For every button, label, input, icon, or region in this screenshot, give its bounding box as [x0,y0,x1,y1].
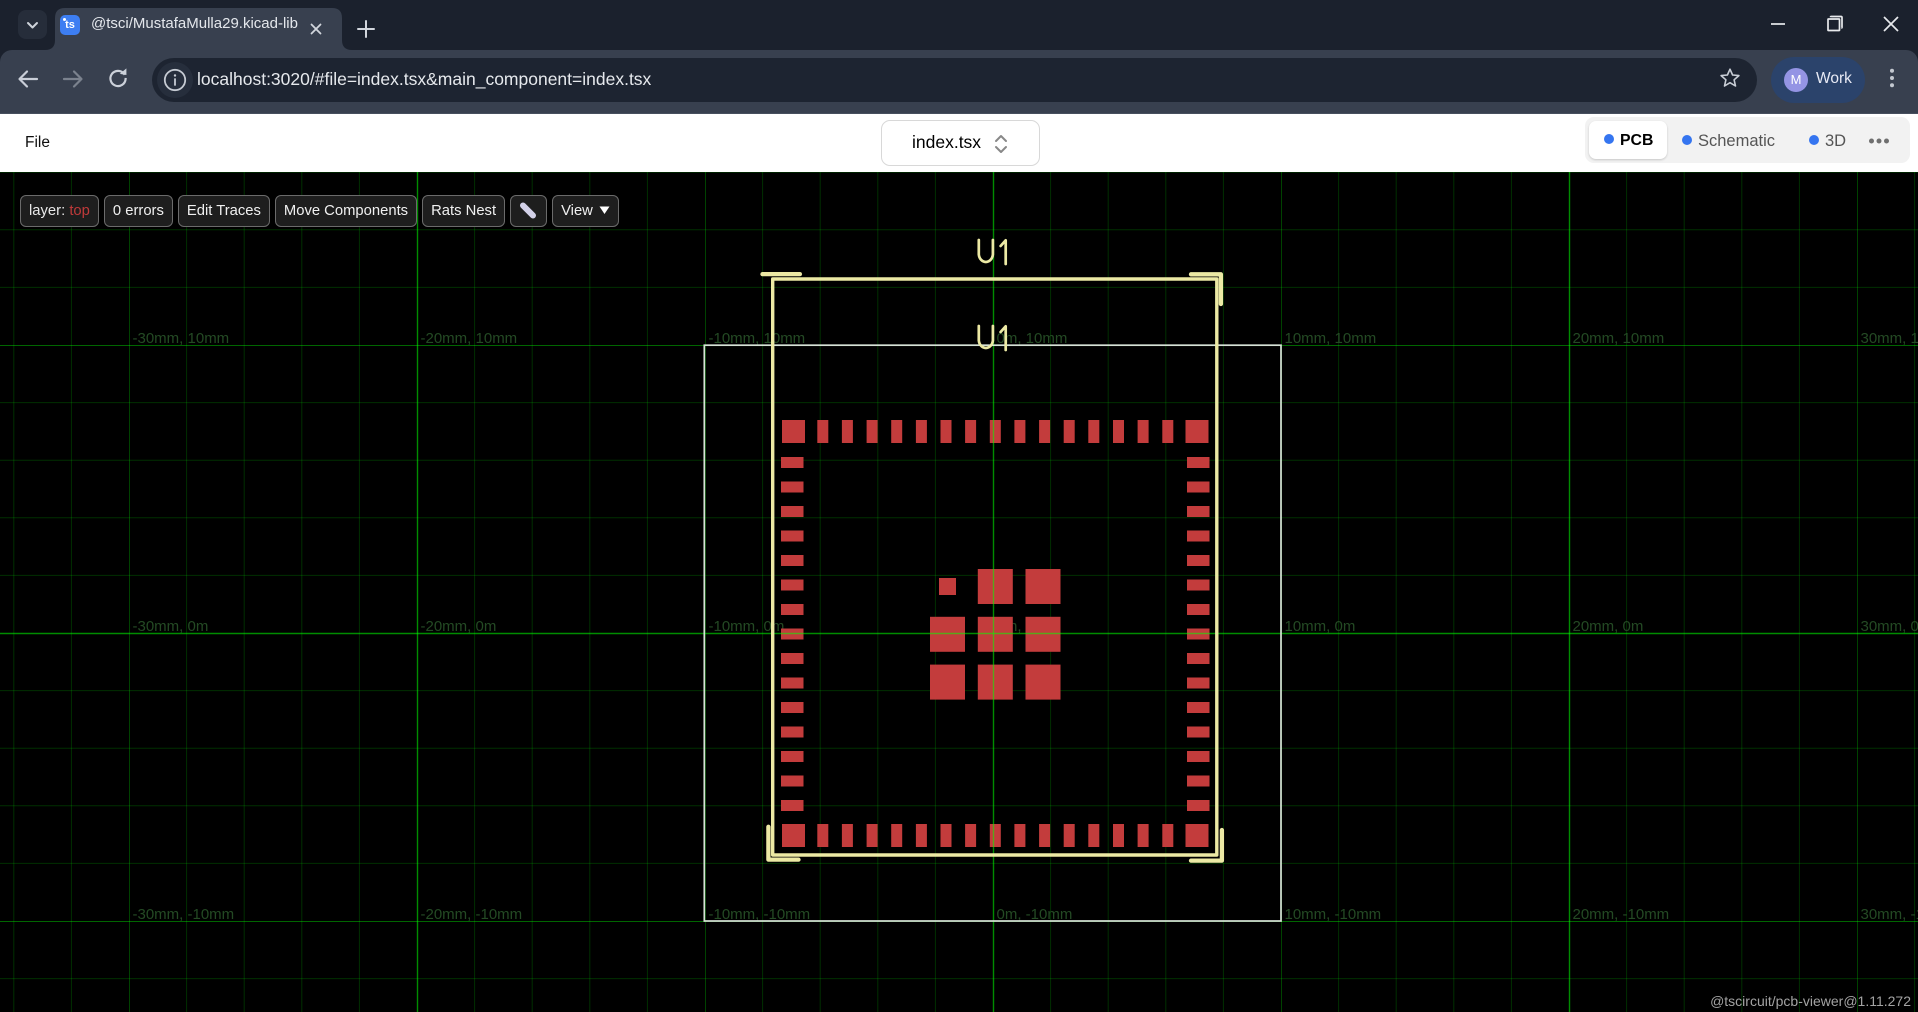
svg-text:-20mm, -10mm: -20mm, -10mm [421,906,523,923]
svg-text:20mm, 10mm: 20mm, 10mm [1573,330,1665,347]
svg-text:10mm, 10mm: 10mm, 10mm [1285,330,1377,347]
svg-text:10mm, 0m: 10mm, 0m [1285,618,1356,635]
svg-text:-30mm, 10mm: -30mm, 10mm [133,330,230,347]
svg-text:-20mm, 10mm: -20mm, 10mm [421,330,518,347]
svg-text:-20mm, 0m: -20mm, 0m [421,618,497,635]
svg-text:20mm, -10mm: 20mm, -10mm [1573,906,1670,923]
svg-text:30mm, -10mm: 30mm, -10mm [1861,906,1918,923]
svg-text:30mm, 0m: 30mm, 0m [1861,618,1918,635]
svg-text:10mm, -10mm: 10mm, -10mm [1285,906,1382,923]
svg-text:-30mm, -10mm: -30mm, -10mm [133,906,235,923]
svg-text:30mm, 10mm: 30mm, 10mm [1861,330,1918,347]
svg-text:-30mm, 0m: -30mm, 0m [133,618,209,635]
svg-text:20mm, 0m: 20mm, 0m [1573,618,1644,635]
